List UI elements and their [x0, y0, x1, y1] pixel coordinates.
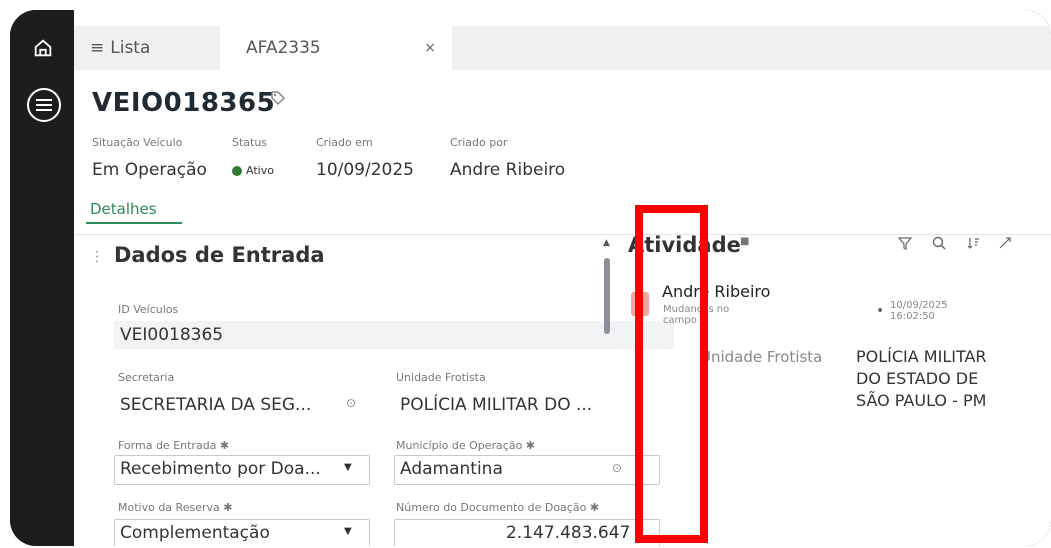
meta-label-situacao: Situação Veículo: [92, 136, 183, 149]
field-label-forma-entrada: Forma de Entrada ✱: [118, 439, 230, 452]
forma-entrada-value: Recebimento por Doa...: [120, 459, 321, 479]
change-field-name: Unidade Frotista: [700, 348, 823, 366]
menu-icon[interactable]: [27, 88, 61, 122]
caret-down-icon[interactable]: ▼: [344, 526, 352, 537]
secretaria-value: SECRETARIA DA SEG...: [120, 395, 312, 415]
change-field-value: POLÍCIA MILITAR DO ESTADO DE SÃO PAULO -…: [856, 347, 987, 410]
meta-value-situacao: Em Operação: [92, 160, 207, 180]
tab-record[interactable]: AFA2335 ×: [220, 26, 452, 70]
list-icon: ≡: [90, 38, 105, 58]
field-label-unidade-frotista: Unidade Frotista: [396, 371, 486, 384]
field-label-motivo-reserva: Motivo da Reserva ✱: [118, 501, 233, 514]
unidade-frotista-value: POLÍCIA MILITAR DO ...: [400, 395, 593, 415]
tab-lista[interactable]: ≡ Lista: [90, 26, 220, 70]
numero-doc-value: 2.147.483.647: [506, 523, 631, 543]
meta-value-criado-em: 10/09/2025: [316, 160, 414, 180]
record-title: VEIO018365: [92, 88, 276, 118]
details-panel: ⋮ Dados de Entrada ^ ID Veículos VEI0018…: [74, 235, 674, 546]
bullet-icon: •: [876, 303, 885, 319]
activity-date: 10/09/2025: [890, 300, 948, 311]
clear-icon[interactable]: ⊙: [612, 461, 622, 475]
activity-time: 16:02:50: [890, 311, 935, 322]
home-icon[interactable]: [27, 32, 59, 64]
activity-timestamp: 10/09/2025 16:02:50: [890, 300, 948, 322]
expand-icon[interactable]: [998, 236, 1012, 254]
meta-label-status: Status: [232, 136, 268, 149]
section-title: Dados de Entrada: [114, 243, 325, 267]
scroll-up-icon[interactable]: ▲: [603, 238, 610, 248]
field-label-secretaria: Secretaria: [118, 371, 175, 384]
meta-value-criado-por: Andre Ribeiro: [450, 160, 566, 180]
app-screen: ≡ Lista AFA2335 × VEIO018365 Situação Ve…: [74, 10, 1051, 546]
caret-down-icon[interactable]: ▼: [344, 462, 352, 473]
status-dot-icon: [232, 166, 242, 176]
status-badge-label: Ativo: [246, 164, 274, 177]
meta-label-criado-por: Criado por: [450, 136, 508, 149]
search-icon[interactable]: [932, 236, 946, 254]
activity-info-icon: ■: [740, 236, 750, 247]
tab-lista-label: Lista: [110, 38, 151, 58]
tab-detalhes-underline: [86, 222, 182, 224]
left-rail: [10, 10, 74, 546]
municipio-value: Adamantina: [400, 459, 503, 479]
info-icon[interactable]: ⊙: [346, 396, 356, 410]
field-label-municipio: Município de Operação ✱: [396, 439, 536, 452]
field-label-id-veiculo: ID Veículos: [118, 303, 179, 316]
tab-detalhes[interactable]: Detalhes: [90, 200, 157, 218]
filter-icon[interactable]: [897, 236, 913, 254]
scrollbar-thumb[interactable]: [604, 258, 610, 334]
tab-record-label: AFA2335: [246, 38, 321, 58]
meta-label-criado-em: Criado em: [316, 136, 373, 149]
tag-icon[interactable]: [270, 90, 286, 110]
sort-icon[interactable]: [966, 236, 980, 254]
device-frame: ≡ Lista AFA2335 × VEIO018365 Situação Ve…: [10, 10, 1051, 546]
drag-handle-icon[interactable]: ⋮: [90, 249, 104, 265]
highlight-box: [635, 205, 708, 543]
close-icon[interactable]: ×: [424, 40, 436, 56]
record-header: VEIO018365 Situação Veículo Em Operação …: [74, 70, 1051, 234]
id-veiculo-value: VEI0018365: [120, 325, 224, 345]
field-label-numero-doc: Número do Documento de Doação ✱: [396, 501, 600, 514]
motivo-reserva-value: Complementação: [120, 523, 270, 543]
status-badge: Ativo: [232, 164, 274, 177]
tab-bar: ≡ Lista AFA2335 ×: [74, 26, 1051, 70]
